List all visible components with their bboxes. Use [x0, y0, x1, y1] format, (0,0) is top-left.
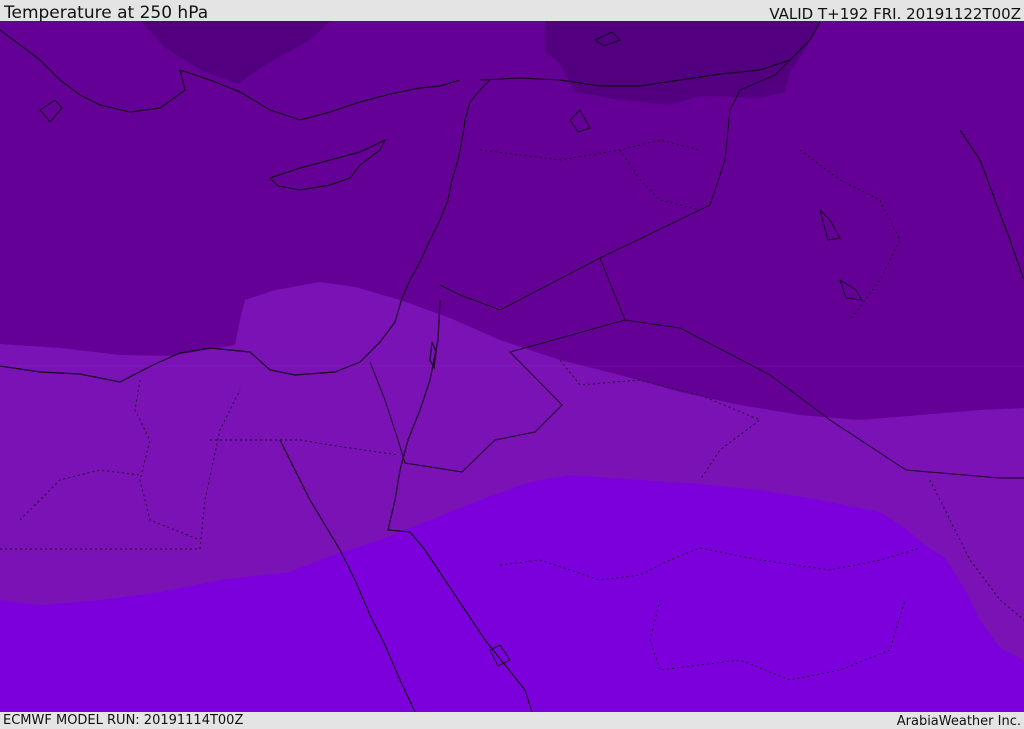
model-run-label: ECMWF MODEL RUN: 20191114T00Z — [3, 713, 244, 728]
credit-label: ArabiaWeather Inc. — [896, 714, 1021, 729]
header-bar: Temperature at 250 hPa VALID T+192 FRI. … — [0, 0, 1024, 23]
temperature-band-coldest-east — [545, 21, 820, 105]
map-title: Temperature at 250 hPa — [4, 3, 209, 23]
valid-time: VALID T+192 FRI. 20191122T00Z — [769, 5, 1021, 23]
temperature-map[interactable] — [0, 21, 1024, 712]
footer-bar: ECMWF MODEL RUN: 20191114T00Z ArabiaWeat… — [0, 712, 1024, 729]
